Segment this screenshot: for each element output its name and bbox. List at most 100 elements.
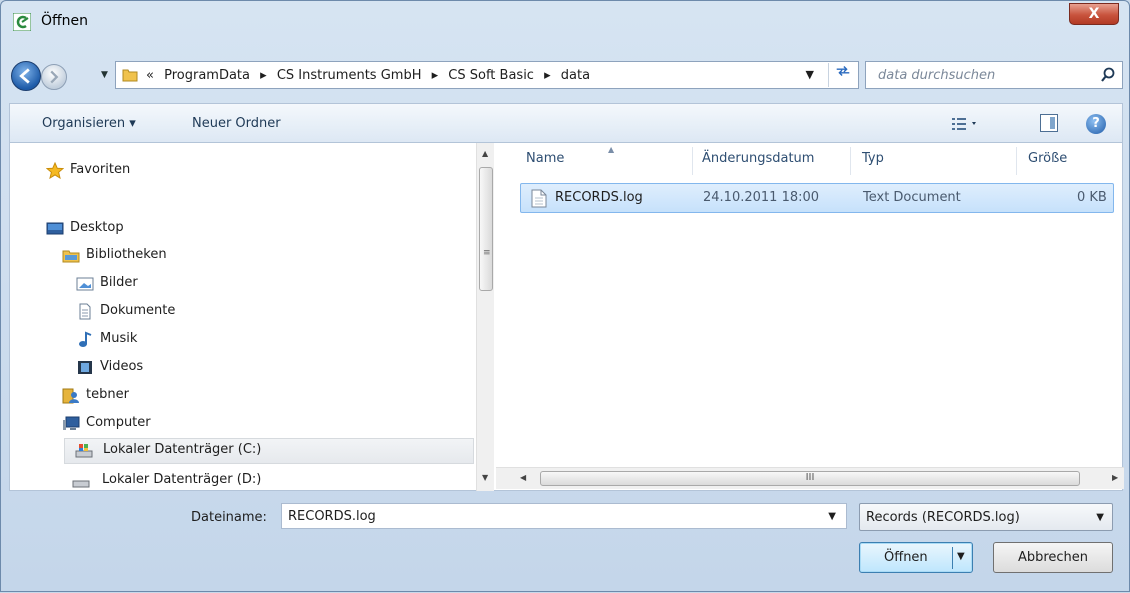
nav-label: Lokaler Datenträger (C:): [103, 442, 262, 457]
file-type-value: Records (RECORDS.log): [866, 510, 1020, 525]
desktop-icon: [46, 222, 64, 235]
navigation-bar: ▼ « ProgramData ▸ CS Instruments GmbH ▸ …: [9, 61, 1123, 93]
filename-field[interactable]: RECORDS.log ▼: [281, 503, 847, 529]
command-toolbar: Organisieren ▾ Neuer Ordner ?: [9, 103, 1123, 143]
file-row[interactable]: RECORDS.log 24.10.2011 18:00 Text Docume…: [520, 183, 1114, 213]
help-icon[interactable]: ?: [1086, 114, 1106, 134]
computer-icon: [63, 416, 80, 430]
nav-label: Dokumente: [100, 303, 176, 318]
file-size: 0 KB: [1077, 190, 1107, 205]
dialog-footer: Dateiname: RECORDS.log ▼ Records (RECORD…: [1, 491, 1130, 593]
split-divider: [952, 547, 953, 569]
folder-icon: [122, 69, 138, 82]
chevron-down-icon: ▼: [1096, 512, 1104, 523]
nav-label: Lokaler Datenträger (D:): [102, 472, 262, 487]
nav-item-desktop[interactable]: Desktop: [46, 217, 246, 241]
view-options-icon[interactable]: [950, 115, 980, 133]
nav-label: Videos: [100, 359, 144, 374]
new-folder-button[interactable]: Neuer Ordner: [192, 116, 281, 131]
open-button-label: Öffnen: [884, 550, 928, 565]
scroll-right-arrow[interactable]: ▶: [1112, 473, 1118, 482]
breadcrumb-separator[interactable]: ▸: [260, 68, 267, 83]
search-input[interactable]: data durchsuchen: [865, 61, 1123, 89]
documents-icon: [79, 303, 91, 320]
library-icon: [62, 250, 80, 263]
breadcrumb-separator[interactable]: ▸: [544, 68, 551, 83]
back-button[interactable]: [11, 61, 41, 91]
scroll-thumb[interactable]: III: [540, 471, 1080, 486]
app-icon: [13, 13, 31, 31]
filename-value[interactable]: RECORDS.log: [288, 509, 376, 524]
organize-button[interactable]: Organisieren ▾: [42, 116, 136, 131]
nav-item-drive-c[interactable]: Lokaler Datenträger (C:): [64, 438, 474, 464]
nav-item-libraries[interactable]: Bibliotheken: [62, 244, 262, 268]
column-header-date[interactable]: Änderungsdatum: [702, 151, 814, 166]
file-date: 24.10.2011 18:00: [703, 190, 820, 205]
breadcrumb-overflow[interactable]: «: [146, 68, 154, 83]
open-options-dropdown[interactable]: ▼: [957, 551, 965, 562]
nav-label: Bilder: [100, 275, 138, 290]
open-button[interactable]: Öffnen ▼: [859, 542, 973, 573]
breadcrumb-data[interactable]: data: [561, 68, 590, 83]
scroll-grip: ≡: [483, 248, 491, 258]
nav-label: tebner: [86, 387, 129, 402]
address-dropdown[interactable]: ▼: [806, 68, 814, 81]
nav-item-music[interactable]: Musik: [76, 328, 276, 352]
refresh-button[interactable]: [828, 63, 856, 87]
forward-button[interactable]: [41, 64, 67, 90]
column-divider[interactable]: [850, 147, 851, 175]
music-icon: [79, 331, 92, 347]
close-button[interactable]: X: [1069, 3, 1119, 25]
nav-item-documents[interactable]: Dokumente: [76, 300, 276, 324]
address-bar[interactable]: « ProgramData ▸ CS Instruments GmbH ▸ CS…: [115, 61, 859, 89]
scroll-thumb[interactable]: ≡: [479, 167, 493, 291]
column-header-name[interactable]: Name: [526, 151, 564, 166]
nav-label: Bibliotheken: [86, 247, 167, 262]
preview-pane-icon[interactable]: [1040, 114, 1058, 132]
pictures-icon: [76, 277, 94, 291]
navigation-pane: Favoriten Desktop Bibliotheken Bilder Do…: [10, 143, 474, 491]
nav-label: Desktop: [70, 220, 124, 235]
breadcrumb-programdata[interactable]: ProgramData: [164, 68, 250, 83]
nav-item-favorites[interactable]: Favoriten: [46, 159, 246, 183]
nav-item-pictures[interactable]: Bilder: [76, 272, 276, 296]
nav-item-videos[interactable]: Videos: [76, 356, 276, 380]
breadcrumb-cs-soft-basic[interactable]: CS Soft Basic: [448, 68, 534, 83]
filename-dropdown[interactable]: ▼: [828, 511, 836, 522]
nav-item-user[interactable]: tebner: [62, 384, 262, 408]
scroll-left-arrow[interactable]: ◀: [520, 473, 526, 482]
file-type: Text Document: [863, 190, 961, 205]
search-icon[interactable]: [1100, 67, 1116, 83]
scroll-down-arrow[interactable]: ▼: [482, 473, 488, 482]
drive-d-icon: [72, 480, 90, 488]
scroll-up-arrow[interactable]: ▲: [482, 149, 488, 158]
filelist-horizontal-scrollbar[interactable]: ◀ III ▶: [496, 467, 1124, 489]
nav-item-computer[interactable]: Computer: [62, 412, 262, 436]
cancel-button[interactable]: Abbrechen: [993, 542, 1113, 573]
drive-c-icon: [75, 444, 93, 458]
navpane-scrollbar[interactable]: ▲ ≡ ▼: [476, 143, 494, 491]
column-divider[interactable]: [1016, 147, 1017, 175]
videos-icon: [78, 361, 92, 374]
breadcrumb-cs-instruments[interactable]: CS Instruments GmbH: [277, 68, 422, 83]
file-name: RECORDS.log: [555, 190, 643, 205]
title-bar: Öffnen X: [1, 1, 1129, 43]
nav-item-drive-d[interactable]: Lokaler Datenträger (D:): [72, 469, 372, 491]
breadcrumb-separator[interactable]: ▸: [432, 68, 439, 83]
content-area: Favoriten Desktop Bibliotheken Bilder Do…: [9, 143, 1124, 491]
arrow-right-icon: [50, 70, 59, 84]
file-type-select[interactable]: Records (RECORDS.log) ▼: [859, 503, 1113, 531]
window-title: Öffnen: [41, 13, 89, 29]
column-header-type[interactable]: Typ: [862, 151, 884, 166]
star-icon: [46, 162, 64, 179]
history-dropdown[interactable]: ▼: [101, 70, 108, 80]
search-placeholder: data durchsuchen: [878, 68, 996, 83]
column-divider[interactable]: [692, 147, 693, 175]
file-list: Name ▲ Änderungsdatum Typ Größe RECORDS.…: [496, 143, 1124, 491]
refresh-icon: [836, 65, 849, 77]
nav-label: Musik: [100, 331, 138, 346]
arrow-left-icon: [19, 68, 30, 84]
column-header-size[interactable]: Größe: [1028, 151, 1067, 166]
text-file-icon: [531, 189, 547, 208]
filename-label: Dateiname:: [191, 510, 267, 525]
